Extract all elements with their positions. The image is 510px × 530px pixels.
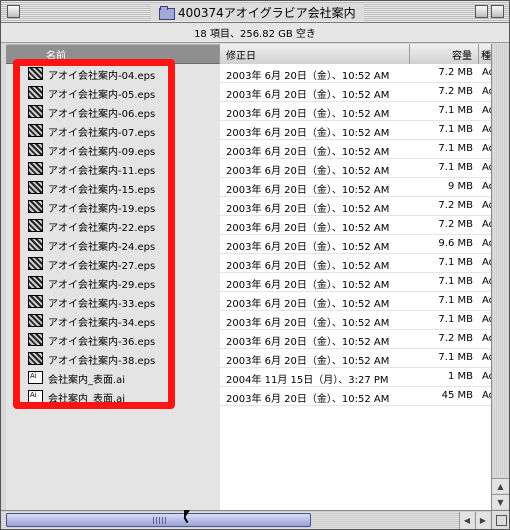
file-size: 9.6 MB bbox=[438, 238, 473, 249]
scroll-up-arrow-icon[interactable]: ▲ bbox=[492, 478, 509, 493]
file-kind: Ad bbox=[482, 314, 491, 325]
collapse-box-button[interactable] bbox=[491, 5, 504, 18]
column-header-size-label: 容量 bbox=[452, 50, 472, 62]
file-modified-date: 2003年 6月 20日（金）、10:52 AM bbox=[226, 147, 390, 158]
file-kind: Ad bbox=[482, 219, 491, 230]
file-kind: Ad bbox=[482, 238, 491, 249]
file-kind: Ad bbox=[482, 124, 491, 135]
vertical-scrollbar[interactable]: ▲ ▼ bbox=[491, 44, 509, 510]
file-size: 7.2 MB bbox=[438, 67, 473, 78]
file-kind: Ad bbox=[482, 143, 491, 154]
file-kind: Ad bbox=[482, 257, 491, 268]
finder-window: 400374アオイグラビア会社案内 18 項目、256.82 GB 空き 名前 … bbox=[0, 0, 510, 530]
file-size: 7.1 MB bbox=[438, 257, 473, 268]
file-kind: Ad bbox=[482, 390, 491, 401]
file-size: 7.1 MB bbox=[438, 124, 473, 135]
column-header-date-label: 修正日 bbox=[226, 50, 256, 62]
red-highlight-annotation bbox=[13, 59, 175, 409]
file-modified-date: 2003年 6月 20日（金）、10:52 AM bbox=[226, 280, 390, 291]
file-kind: Ad bbox=[482, 333, 491, 344]
file-size: 1 MB bbox=[447, 371, 473, 382]
title-bar[interactable]: 400374アオイグラビア会社案内 bbox=[1, 1, 509, 23]
column-header-size[interactable]: 容量 bbox=[410, 44, 479, 64]
file-kind: Ad bbox=[482, 181, 491, 192]
file-size: 7.1 MB bbox=[438, 143, 473, 154]
column-header-kind-label: 種類 bbox=[481, 50, 491, 62]
file-size: 7.1 MB bbox=[438, 276, 473, 287]
file-kind: Ad bbox=[482, 295, 491, 306]
file-size: 45 MB bbox=[441, 390, 473, 401]
scroll-down-arrow-icon[interactable]: ▼ bbox=[492, 494, 509, 509]
file-modified-date: 2003年 6月 20日（金）、10:52 AM bbox=[226, 223, 390, 234]
scroll-left-arrow-icon[interactable]: ◀ bbox=[459, 512, 474, 529]
scroll-right-arrow-icon[interactable]: ▶ bbox=[475, 512, 490, 529]
file-kind: Ad bbox=[482, 86, 491, 97]
file-size: 7.1 MB bbox=[438, 314, 473, 325]
file-modified-date: 2003年 6月 20日（金）、10:52 AM bbox=[226, 394, 390, 405]
file-modified-date: 2003年 6月 20日（金）、10:52 AM bbox=[226, 337, 390, 348]
file-modified-date: 2003年 6月 20日（金）、10:52 AM bbox=[226, 299, 390, 310]
status-text: 18 項目、256.82 GB 空き bbox=[194, 29, 316, 40]
file-size: 7.2 MB bbox=[438, 219, 473, 230]
file-size: 7.1 MB bbox=[438, 295, 473, 306]
zoom-box-button[interactable] bbox=[475, 5, 488, 18]
horizontal-scroll-thumb[interactable] bbox=[6, 513, 311, 527]
window-title: 400374アオイグラビア会社案内 bbox=[178, 5, 356, 20]
column-header-kind[interactable]: 種類 bbox=[479, 44, 491, 64]
file-modified-date: 2003年 6月 20日（金）、10:52 AM bbox=[226, 166, 390, 177]
status-bar: 18 項目、256.82 GB 空き bbox=[1, 23, 509, 43]
file-kind: Ad bbox=[482, 371, 491, 382]
file-kind: Ad bbox=[482, 162, 491, 173]
file-modified-date: 2003年 6月 20日（金）、10:52 AM bbox=[226, 242, 390, 253]
file-size: 7.1 MB bbox=[438, 352, 473, 363]
file-size: 7.2 MB bbox=[438, 86, 473, 97]
resize-grow-box[interactable] bbox=[491, 510, 509, 529]
file-modified-date: 2003年 6月 20日（金）、10:52 AM bbox=[226, 90, 390, 101]
window-title-group: 400374アオイグラビア会社案内 bbox=[151, 3, 364, 21]
file-kind: Ad bbox=[482, 352, 491, 363]
file-modified-date: 2003年 6月 20日（金）、10:52 AM bbox=[226, 318, 390, 329]
file-kind: Ad bbox=[482, 105, 491, 116]
file-modified-date: 2003年 6月 20日（金）、10:52 AM bbox=[226, 71, 390, 82]
mouse-pointer-icon bbox=[184, 510, 190, 519]
file-kind: Ad bbox=[482, 200, 491, 211]
column-header-date[interactable]: 修正日 bbox=[220, 44, 410, 64]
scroll-grip-icon bbox=[153, 517, 167, 524]
file-modified-date: 2004年 11月 15日（月）、3:27 PM bbox=[226, 375, 389, 386]
file-modified-date: 2003年 6月 20日（金）、10:52 AM bbox=[226, 185, 390, 196]
file-size: 7.1 MB bbox=[438, 162, 473, 173]
file-modified-date: 2003年 6月 20日（金）、10:52 AM bbox=[226, 128, 390, 139]
file-kind: Ad bbox=[482, 276, 491, 287]
file-size: 9 MB bbox=[447, 181, 473, 192]
file-size: 7.2 MB bbox=[438, 200, 473, 211]
file-kind: Ad bbox=[482, 67, 491, 78]
horizontal-scrollbar[interactable]: ◀ ▶ bbox=[1, 510, 491, 529]
close-box-button[interactable] bbox=[7, 5, 20, 18]
folder-icon bbox=[159, 6, 175, 20]
file-modified-date: 2003年 6月 20日（金）、10:52 AM bbox=[226, 204, 390, 215]
file-modified-date: 2003年 6月 20日（金）、10:52 AM bbox=[226, 261, 390, 272]
file-modified-date: 2003年 6月 20日（金）、10:52 AM bbox=[226, 356, 390, 367]
file-size: 7.1 MB bbox=[438, 105, 473, 116]
file-size: 7.2 MB bbox=[438, 333, 473, 344]
file-modified-date: 2003年 6月 20日（金）、10:52 AM bbox=[226, 109, 390, 120]
